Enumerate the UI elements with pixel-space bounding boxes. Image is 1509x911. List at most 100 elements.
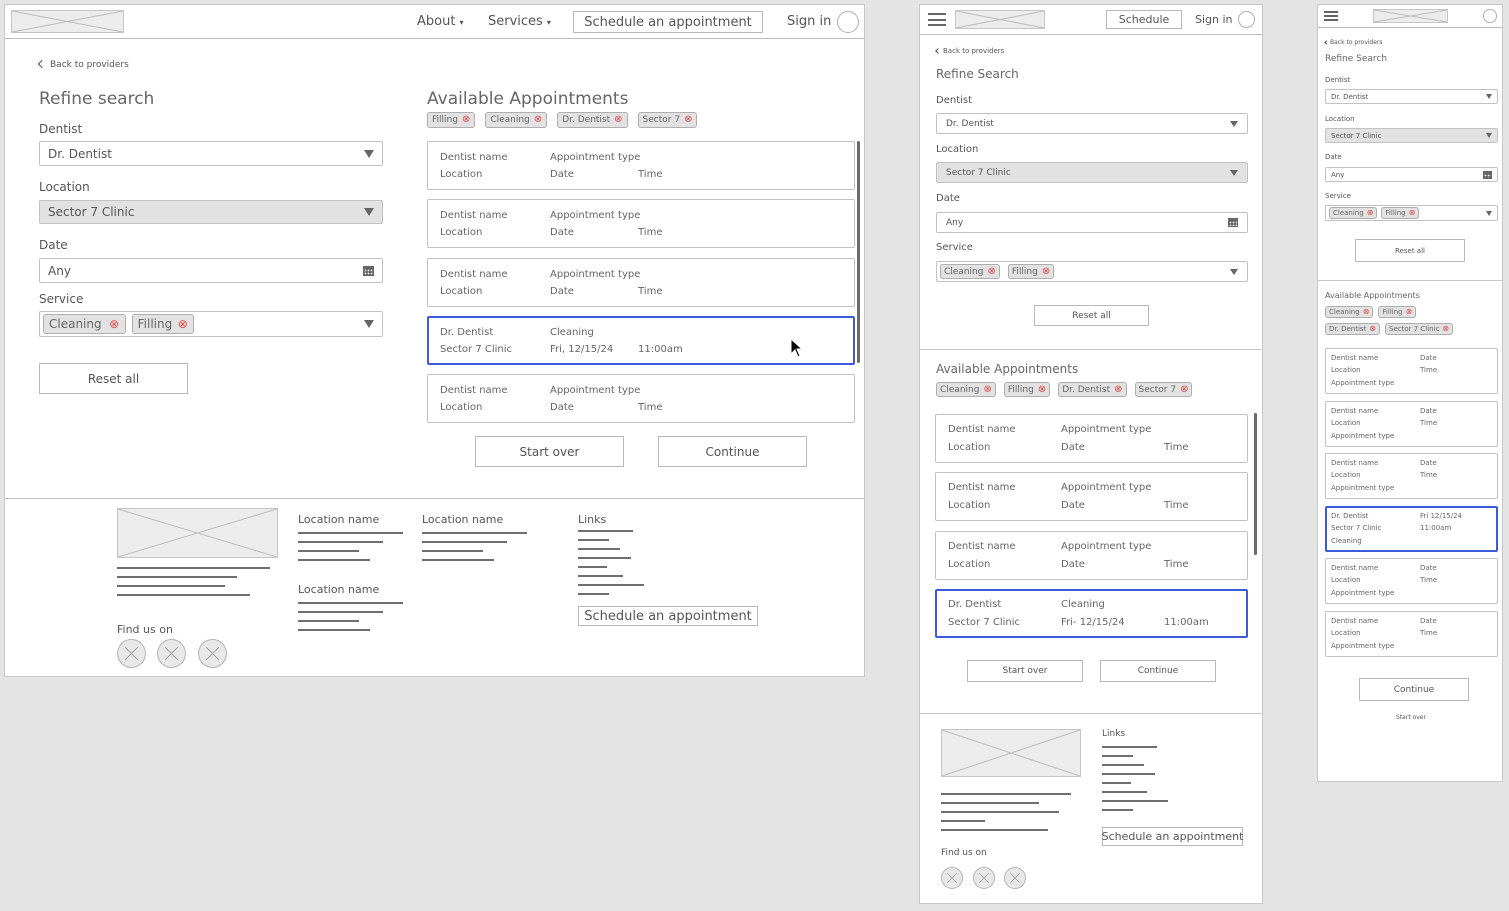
start-over-link[interactable]: Start over xyxy=(1318,714,1504,721)
footer-link[interactable] xyxy=(578,593,609,595)
start-over-button[interactable]: Start over xyxy=(475,436,624,467)
chip-remove-icon[interactable]: ⊗ xyxy=(534,115,542,125)
filter-chip[interactable]: Cleaning ⊗ xyxy=(936,382,996,397)
footer-link[interactable] xyxy=(1102,764,1144,766)
location-select[interactable]: Sector 7 Clinic xyxy=(936,162,1248,183)
footer-link[interactable] xyxy=(578,584,644,586)
logo[interactable] xyxy=(1373,9,1448,23)
chip-remove-icon[interactable]: ⊗ xyxy=(1442,325,1449,333)
filter-chip[interactable]: Cleaning ⊗ xyxy=(1325,306,1374,318)
filter-chip[interactable]: Cleaning ⊗ xyxy=(485,112,548,128)
chip-remove-icon[interactable]: ⊗ xyxy=(1114,384,1122,395)
footer-schedule-button[interactable]: Schedule an appointment xyxy=(1102,827,1243,846)
logo[interactable] xyxy=(11,10,124,33)
footer-link[interactable] xyxy=(578,557,631,559)
footer-link[interactable] xyxy=(1102,746,1157,748)
filter-chip[interactable]: Filling ⊗ xyxy=(1003,382,1051,397)
chip-remove-icon[interactable]: ⊗ xyxy=(1042,266,1050,277)
calendar-icon[interactable] xyxy=(363,265,374,276)
continue-button[interactable]: Continue xyxy=(658,436,807,467)
continue-button[interactable]: Continue xyxy=(1100,660,1216,682)
footer-link[interactable] xyxy=(1102,800,1168,802)
nav-about[interactable]: About ▾ xyxy=(417,14,463,29)
footer-link[interactable] xyxy=(578,539,609,541)
service-chip-filling[interactable]: Filling ⊗ xyxy=(1007,264,1055,279)
start-over-button[interactable]: Start over xyxy=(967,660,1083,682)
dropdown-arrow-icon[interactable] xyxy=(364,320,374,328)
appointment-card[interactable]: Dentist name Appointment type Location Date… xyxy=(427,141,855,190)
logo[interactable] xyxy=(955,10,1045,29)
chip-remove-icon[interactable]: ⊗ xyxy=(177,318,188,330)
filter-chip[interactable]: Sector 7 ⊗ xyxy=(637,112,698,128)
avatar[interactable] xyxy=(1238,11,1255,28)
chip-remove-icon[interactable]: ⊗ xyxy=(462,115,470,125)
appointment-list-scrollbar[interactable] xyxy=(857,141,860,363)
footer-link[interactable] xyxy=(1102,773,1155,775)
date-input[interactable]: Any xyxy=(1325,167,1498,182)
hamburger-menu-icon[interactable] xyxy=(1324,11,1338,21)
continue-button[interactable]: Continue xyxy=(1359,678,1469,701)
appointment-card[interactable]: Dentist name Date Location Time Appointment … xyxy=(1325,400,1498,447)
service-chip-cleaning[interactable]: Cleaning ⊗ xyxy=(1329,207,1378,219)
appointment-card[interactable]: Dentist name Appointment type Location Date… xyxy=(935,472,1248,522)
avatar[interactable] xyxy=(1483,9,1497,23)
calendar-icon[interactable] xyxy=(1483,170,1492,179)
back-to-providers-link[interactable]: Back to providers xyxy=(37,59,129,70)
social-icon[interactable] xyxy=(157,639,186,668)
chip-remove-icon[interactable]: ⊗ xyxy=(1363,308,1370,316)
schedule-button[interactable]: Schedule xyxy=(1106,10,1182,29)
chip-remove-icon[interactable]: ⊗ xyxy=(1038,384,1046,395)
service-multiselect[interactable]: Cleaning ⊗ Filling ⊗ xyxy=(39,311,383,337)
filter-chip[interactable]: Dr. Dentist ⊗ xyxy=(1325,323,1380,335)
appointment-card[interactable]: Dentist name Appointment type Location Date… xyxy=(935,530,1248,580)
footer-schedule-button[interactable]: Schedule an appointment xyxy=(578,606,758,626)
appointment-card[interactable]: Dentist name Date Location Time Appointment … xyxy=(1325,610,1498,657)
social-icon[interactable] xyxy=(198,639,227,668)
schedule-appointment-button[interactable]: Schedule an appointment xyxy=(573,11,763,33)
filter-chip[interactable]: Filling ⊗ xyxy=(427,112,476,128)
reset-all-button[interactable]: Reset all xyxy=(1355,239,1465,262)
reset-all-button[interactable]: Reset all xyxy=(1034,305,1149,326)
calendar-icon[interactable] xyxy=(1228,218,1238,227)
dentist-select[interactable]: Dr. Dentist xyxy=(1325,89,1498,104)
social-icon[interactable] xyxy=(117,639,146,668)
footer-link[interactable] xyxy=(578,566,607,568)
footer-link[interactable] xyxy=(578,575,623,577)
social-icon[interactable] xyxy=(941,867,963,889)
service-chip-cleaning[interactable]: Cleaning ⊗ xyxy=(43,314,126,334)
dentist-select[interactable]: Dr. Dentist xyxy=(936,113,1248,134)
location-select[interactable]: Sector 7 Clinic xyxy=(39,200,383,224)
sign-in-link[interactable]: Sign in xyxy=(1195,13,1233,26)
appointment-card[interactable]: Dentist name Appointment type Location Date… xyxy=(427,257,855,307)
appointment-card-selected[interactable]: Dr. Dentist Cleaning Sector 7 Clinic Fri- 1… xyxy=(935,588,1248,638)
footer-link[interactable] xyxy=(1102,791,1147,793)
social-icon[interactable] xyxy=(1004,867,1026,889)
footer-link[interactable] xyxy=(1102,782,1131,784)
chip-remove-icon[interactable]: ⊗ xyxy=(1367,209,1374,217)
service-chip-filling[interactable]: Filling ⊗ xyxy=(1381,207,1420,219)
back-to-providers-link[interactable]: Back to providers xyxy=(1324,39,1383,46)
appointment-card[interactable]: Dentist name Date Location Time Appointment … xyxy=(1325,558,1498,604)
avatar[interactable] xyxy=(837,11,859,33)
filter-chip[interactable]: Sector 7 Clinic ⊗ xyxy=(1385,323,1454,335)
appointment-card[interactable]: Dentist name Appointment type Location Date… xyxy=(427,374,855,424)
chip-remove-icon[interactable]: ⊗ xyxy=(109,318,120,330)
date-input[interactable]: Any xyxy=(936,212,1248,233)
chip-remove-icon[interactable]: ⊗ xyxy=(1180,384,1188,395)
filter-chip[interactable]: Sector 7 ⊗ xyxy=(1134,382,1193,397)
service-multiselect[interactable]: Cleaning ⊗ Filling ⊗ xyxy=(936,261,1248,282)
appointment-list-scrollbar[interactable] xyxy=(1254,413,1257,555)
appointment-card[interactable]: Dentist name Appointment type Location Date… xyxy=(935,414,1248,463)
appointment-card[interactable]: Dentist name Date Location Time Appointment … xyxy=(1325,348,1498,394)
service-chip-cleaning[interactable]: Cleaning ⊗ xyxy=(940,264,1000,279)
back-to-providers-link[interactable]: Back to providers xyxy=(935,47,1004,55)
chip-remove-icon[interactable]: ⊗ xyxy=(1409,209,1416,217)
filter-chip[interactable]: Dr. Dentist ⊗ xyxy=(1058,382,1127,397)
reset-all-button[interactable]: Reset all xyxy=(39,363,188,394)
location-select[interactable]: Sector 7 Clinic xyxy=(1325,128,1498,143)
service-chip-filling[interactable]: Filling ⊗ xyxy=(131,314,195,334)
chip-remove-icon[interactable]: ⊗ xyxy=(983,384,991,395)
nav-services[interactable]: Services ▾ xyxy=(488,14,551,29)
appointment-card[interactable]: Dentist name Date Location Time Appointment … xyxy=(1325,453,1498,499)
date-input[interactable]: Any xyxy=(39,258,383,283)
